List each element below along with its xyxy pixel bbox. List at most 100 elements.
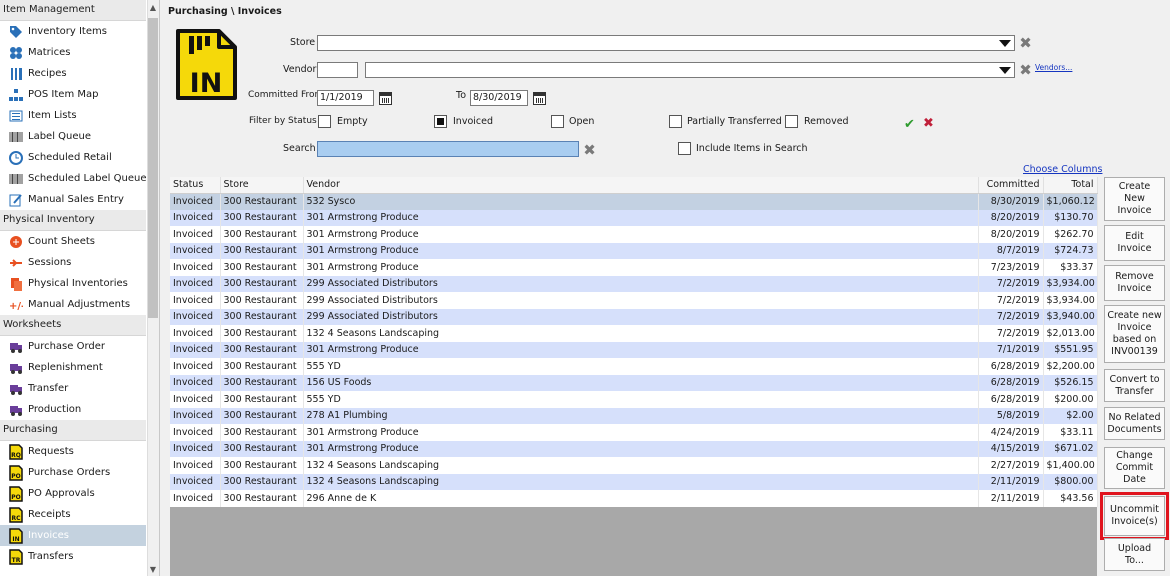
- invoice-grid: Status Store Vendor Committed Total Invoiced…: [170, 177, 1098, 576]
- vendor-select[interactable]: [365, 62, 1015, 78]
- sidebar-item-matrices[interactable]: Matrices: [0, 42, 146, 63]
- sidebar-item-physical-inventories[interactable]: Physical Inventories: [0, 273, 146, 294]
- sidebar-item-receipts[interactable]: RC Receipts: [0, 504, 146, 525]
- table-row[interactable]: Invoiced 300 Restaurant 301 Armstrong Prod…: [170, 242, 1098, 259]
- sidebar-item-manual-sales-entry[interactable]: Manual Sales Entry: [0, 189, 146, 210]
- clear-search-icon[interactable]: ✖: [582, 143, 597, 158]
- column-header-vendor[interactable]: Vendor: [303, 177, 979, 194]
- rc-doc-icon: RC: [8, 506, 24, 523]
- column-header-total[interactable]: Total: [1043, 177, 1098, 194]
- scroll-down-icon[interactable]: ▼: [148, 564, 158, 576]
- table-row[interactable]: Invoiced 300 Restaurant 301 Armstrong Prod…: [170, 226, 1098, 243]
- table-row[interactable]: Invoiced 300 Restaurant 532 Sysco 8/30/2019…: [170, 193, 1098, 210]
- clear-vendor-icon[interactable]: ✖: [1018, 63, 1033, 78]
- store-select[interactable]: [317, 35, 1015, 51]
- status-empty-checkbox[interactable]: [318, 115, 331, 128]
- sidebar-item-item-lists[interactable]: Item Lists: [0, 105, 146, 126]
- status-invoiced-checkbox[interactable]: [434, 115, 447, 128]
- table-row[interactable]: Invoiced 300 Restaurant 555 YD 6/28/2019 $2,…: [170, 358, 1098, 375]
- vendors-link[interactable]: Vendors...: [1035, 63, 1072, 72]
- status-partially-transferred-checkbox[interactable]: [669, 115, 682, 128]
- vendor-code-input[interactable]: [317, 62, 358, 78]
- sidebar-item-sessions[interactable]: Sessions: [0, 252, 146, 273]
- cell-store: 300 Restaurant: [220, 457, 304, 474]
- vendor-dropdown-icon[interactable]: [999, 67, 1011, 74]
- create-new-invoice-based-on-inv00139-button[interactable]: Create new Invoice based on INV00139: [1104, 305, 1165, 363]
- sidebar-item-scheduled-label-queue[interactable]: Scheduled Label Queue: [0, 168, 147, 189]
- create-new-invoice-button[interactable]: Create New Invoice: [1104, 177, 1165, 221]
- scroll-up-icon[interactable]: ▲: [148, 2, 158, 14]
- sidebar-item-inventory-items[interactable]: Inventory Items: [0, 21, 146, 42]
- convert-to-transfer-button[interactable]: Convert to Transfer: [1104, 369, 1165, 402]
- cell-committed: 7/1/2019: [978, 341, 1044, 358]
- table-row[interactable]: Invoiced 300 Restaurant 156 US Foods 6/28/2…: [170, 374, 1098, 391]
- remove-invoice-button[interactable]: Remove Invoice: [1104, 265, 1165, 301]
- truck-icon: [8, 360, 24, 376]
- committed-from-input[interactable]: 1/1/2019: [317, 90, 374, 106]
- column-header-store[interactable]: Store: [220, 177, 304, 194]
- cell-committed: 7/2/2019: [978, 275, 1044, 292]
- table-row[interactable]: Invoiced 300 Restaurant 299 Associated Dis…: [170, 275, 1098, 292]
- table-row[interactable]: Invoiced 300 Restaurant 301 Armstrong Prod…: [170, 440, 1098, 457]
- calendar-to-icon[interactable]: [533, 92, 546, 105]
- cell-status: Invoiced: [170, 457, 221, 474]
- table-row[interactable]: Invoiced 300 Restaurant 132 4 Seasons Land…: [170, 457, 1098, 474]
- upload-to-button[interactable]: Upload To...: [1104, 538, 1165, 571]
- search-input[interactable]: [317, 141, 579, 157]
- clear-store-icon[interactable]: ✖: [1018, 36, 1033, 51]
- column-header-status[interactable]: Status: [170, 177, 221, 194]
- committed-to-input[interactable]: 8/30/2019: [470, 90, 528, 106]
- include-items-checkbox[interactable]: [678, 142, 691, 155]
- sidebar-item-po-approvals[interactable]: PO PO Approvals: [0, 483, 146, 504]
- sidebar-item-scheduled-retail[interactable]: Scheduled Retail: [0, 147, 146, 168]
- cell-status: Invoiced: [170, 308, 221, 325]
- table-row[interactable]: Invoiced 300 Restaurant 132 4 Seasons Land…: [170, 325, 1098, 342]
- sidebar-scroll-thumb[interactable]: [148, 18, 158, 318]
- change-commit-date-button[interactable]: Change Commit Date: [1104, 447, 1165, 489]
- table-row[interactable]: Invoiced 300 Restaurant 301 Armstrong Prod…: [170, 424, 1098, 441]
- column-header-committed[interactable]: Committed: [978, 177, 1044, 194]
- table-row[interactable]: Invoiced 300 Restaurant 301 Armstrong Prod…: [170, 209, 1098, 226]
- table-row[interactable]: Invoiced 300 Restaurant 301 Armstrong Prod…: [170, 341, 1098, 358]
- edit-invoice-button[interactable]: Edit Invoice: [1104, 225, 1165, 261]
- status-open-checkbox[interactable]: [551, 115, 564, 128]
- cell-status: Invoiced: [170, 325, 221, 342]
- sidebar-item-recipes[interactable]: Recipes: [0, 63, 146, 84]
- table-row[interactable]: Invoiced 300 Restaurant 555 YD 6/28/2019 $20…: [170, 391, 1098, 408]
- uncommit-invoice-s-button[interactable]: Uncommit Invoice(s): [1100, 492, 1169, 540]
- table-row[interactable]: Invoiced 300 Restaurant 299 Associated Dis…: [170, 308, 1098, 325]
- sidebar-item-count-sheets[interactable]: Count Sheets: [0, 231, 146, 252]
- sidebar-section-header[interactable]: Physical Inventory: [0, 210, 146, 231]
- sidebar-item-purchase-order[interactable]: Purchase Order: [0, 336, 146, 357]
- sidebar-item-manual-adjustments[interactable]: +/- Manual Adjustments: [0, 294, 146, 315]
- table-row[interactable]: Invoiced 300 Restaurant 301 Armstrong Prod…: [170, 259, 1098, 276]
- tag-icon: [8, 24, 24, 40]
- apply-filter-icon[interactable]: ✔: [904, 117, 915, 132]
- cell-store: 300 Restaurant: [220, 374, 304, 391]
- sidebar-section-header[interactable]: Purchasing: [0, 420, 146, 441]
- cancel-filter-icon[interactable]: ✖: [923, 116, 934, 131]
- cell-store: 300 Restaurant: [220, 325, 304, 342]
- no-related-documents-button[interactable]: No Related Documents: [1104, 407, 1165, 440]
- sidebar-section-header[interactable]: Worksheets: [0, 315, 146, 336]
- table-row[interactable]: Invoiced 300 Restaurant 296 Anne de K 2/11/…: [170, 490, 1098, 507]
- store-dropdown-icon[interactable]: [999, 40, 1011, 47]
- sidebar-item-replenishment[interactable]: Replenishment: [0, 357, 146, 378]
- cell-vendor: 132 4 Seasons Landscaping: [303, 473, 979, 490]
- sidebar-item-requests[interactable]: RQ Requests: [0, 441, 146, 462]
- sidebar-item-production[interactable]: Production: [0, 399, 146, 420]
- sidebar-item-label-queue[interactable]: Label Queue: [0, 126, 146, 147]
- table-row[interactable]: Invoiced 300 Restaurant 299 Associated Dis…: [170, 292, 1098, 309]
- sidebar-item-invoices[interactable]: IN Invoices: [0, 525, 146, 546]
- sidebar-item-pos-item-map[interactable]: POS Item Map: [0, 84, 146, 105]
- status-removed-label: Removed: [804, 116, 849, 127]
- sidebar-item-purchase-orders[interactable]: PO Purchase Orders: [0, 462, 146, 483]
- status-removed-checkbox[interactable]: [785, 115, 798, 128]
- table-row[interactable]: Invoiced 300 Restaurant 278 A1 Plumbing 5/8…: [170, 407, 1098, 424]
- calendar-from-icon[interactable]: [379, 92, 392, 105]
- sidebar-item-transfers[interactable]: TR Transfers: [0, 546, 146, 567]
- choose-columns-link[interactable]: Choose Columns: [1023, 164, 1102, 175]
- sidebar-section-header[interactable]: Item Management: [0, 0, 146, 21]
- table-row[interactable]: Invoiced 300 Restaurant 132 4 Seasons Land…: [170, 473, 1098, 490]
- sidebar-item-transfer[interactable]: Transfer: [0, 378, 146, 399]
